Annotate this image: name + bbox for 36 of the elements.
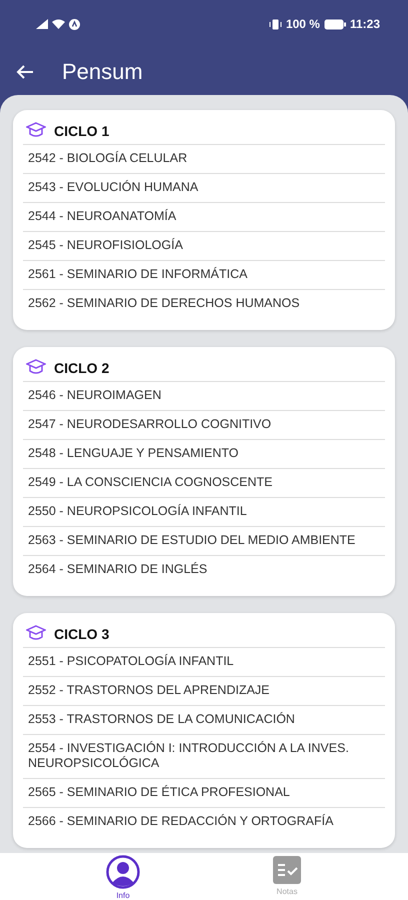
cycle-title: CICLO 1 xyxy=(54,122,110,138)
vibrate-icon xyxy=(268,18,282,30)
course-item[interactable]: 2547 - NEURODESARROLLO COGNITIVO xyxy=(23,411,385,440)
course-item[interactable]: 2548 - LENGUAJE Y PENSAMIENTO xyxy=(23,440,385,469)
graduation-cap-icon xyxy=(26,625,46,642)
course-item[interactable]: 2546 - NEUROIMAGEN xyxy=(23,382,385,411)
course-item[interactable]: 2563 - SEMINARIO DE ESTUDIO DEL MEDIO AMBIENTE xyxy=(23,527,385,556)
course-item[interactable]: 2544 - NEUROANATOMÍA xyxy=(23,203,385,232)
course-item[interactable]: 2554 - INVESTIGACIÓN I: INTRODUCCIÓN A LA INVES. NEUROPSICOLÓGICA xyxy=(23,735,385,779)
profile-icon xyxy=(106,855,140,889)
graduation-cap-icon xyxy=(26,122,46,139)
notification-icon xyxy=(69,18,80,30)
course-item[interactable]: 2545 - NEUROFISIOLOGÍA xyxy=(23,232,385,261)
graduation-cap-icon xyxy=(26,359,46,376)
cycle-title: CICLO 3 xyxy=(54,626,110,642)
battery-percentage: 100 % xyxy=(286,17,320,31)
screen-title: Pensum xyxy=(62,58,143,84)
course-item[interactable]: 2542 - BIOLOGÍA CELULAR xyxy=(23,145,385,174)
course-item[interactable]: 2543 - EVOLUCIÓN HUMANA xyxy=(23,174,385,203)
course-item[interactable]: 2562 - SEMINARIO DE DERECHOS HUMANOS xyxy=(23,290,385,318)
course-item[interactable]: 2551 - PSICOPATOLOGÍA INFANTIL xyxy=(23,648,385,677)
battery-icon xyxy=(324,18,346,30)
wifi-icon xyxy=(52,19,65,29)
course-item[interactable]: 2553 - TRASTORNOS DE LA COMUNICACIÓN xyxy=(23,706,385,735)
back-arrow-icon[interactable] xyxy=(16,64,34,80)
course-item[interactable]: 2552 - TRASTORNOS DEL APRENDIZAJE xyxy=(23,677,385,706)
nav-tab[interactable]: Info xyxy=(106,853,140,900)
cycle-title: CICLO 2 xyxy=(54,360,110,376)
course-item[interactable]: 2566 - SEMINARIO DE REDACCIÓN Y ORTOGRAFÍA xyxy=(23,808,385,836)
course-item[interactable]: 2564 - SEMINARIO DE INGLÉS xyxy=(23,556,385,584)
course-item[interactable]: 2550 - NEUROPSICOLOGÍA INFANTIL xyxy=(23,498,385,527)
signal-icon xyxy=(36,19,48,29)
course-item[interactable]: 2549 - LA CONSCIENCIA COGNOSCENTE xyxy=(23,469,385,498)
course-item[interactable]: 2561 - SEMINARIO DE INFORMÁTICA xyxy=(23,261,385,290)
clock: 11:23 xyxy=(350,17,380,31)
course-item[interactable]: 2565 - SEMINARIO DE ÉTICA PROFESIONAL xyxy=(23,779,385,808)
